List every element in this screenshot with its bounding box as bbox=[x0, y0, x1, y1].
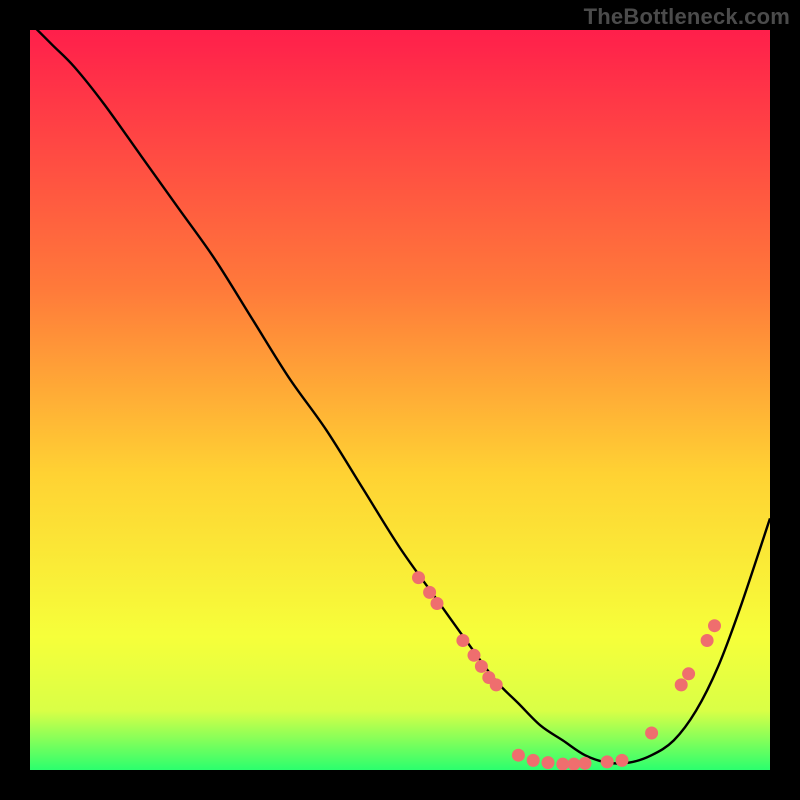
data-marker bbox=[645, 727, 658, 740]
data-marker bbox=[682, 667, 695, 680]
watermark-text: TheBottleneck.com bbox=[584, 4, 790, 30]
gradient-background bbox=[30, 30, 770, 770]
data-marker bbox=[456, 634, 469, 647]
chart-frame: TheBottleneck.com bbox=[0, 0, 800, 800]
data-marker bbox=[601, 755, 614, 768]
data-marker bbox=[708, 619, 721, 632]
data-marker bbox=[423, 586, 436, 599]
data-marker bbox=[527, 754, 540, 767]
data-marker bbox=[475, 660, 488, 673]
data-marker bbox=[701, 634, 714, 647]
data-marker bbox=[431, 597, 444, 610]
chart-svg bbox=[30, 30, 770, 770]
data-marker bbox=[616, 754, 629, 767]
data-marker bbox=[468, 649, 481, 662]
plot-area bbox=[30, 30, 770, 770]
data-marker bbox=[542, 756, 555, 769]
data-marker bbox=[556, 758, 569, 770]
data-marker bbox=[567, 758, 580, 770]
data-marker bbox=[512, 749, 525, 762]
data-marker bbox=[579, 757, 592, 770]
data-marker bbox=[675, 678, 688, 691]
data-marker bbox=[490, 678, 503, 691]
data-marker bbox=[412, 571, 425, 584]
